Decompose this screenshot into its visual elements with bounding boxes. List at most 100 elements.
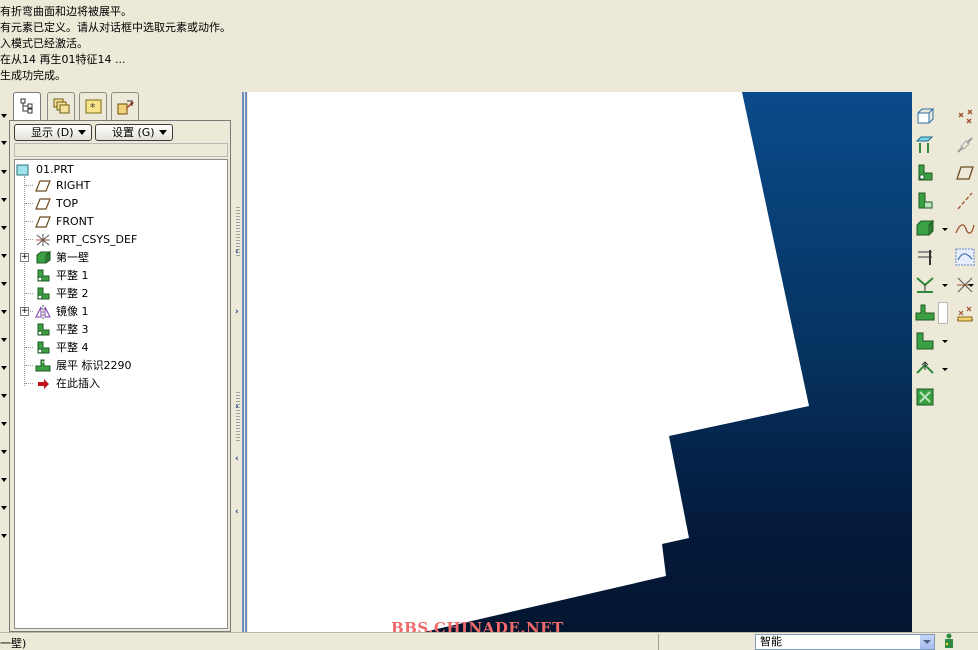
bend-back-icon — [916, 361, 934, 374]
tree-item-label: RIGHT — [56, 179, 91, 192]
tree-item-label: 平整 1 — [56, 269, 89, 282]
tab-layers[interactable] — [47, 92, 75, 120]
settings-menu-button[interactable]: 设置 (G) — [95, 124, 173, 141]
convert-to-sheetmetal-button[interactable] — [914, 106, 936, 128]
svg-text:*: * — [90, 101, 96, 114]
bend-back-button[interactable] — [914, 358, 936, 380]
message-line: 有元素已定义。请从对话框中选取元素或动作。 — [0, 21, 231, 34]
chevron-down-icon[interactable] — [968, 284, 974, 287]
part-icon — [16, 164, 29, 176]
status-bar: 一壁) 智能 — [0, 632, 978, 650]
toolbar-flyout-indicator[interactable] — [938, 302, 948, 324]
dropdown-arrow-icon[interactable] — [1, 310, 7, 314]
unbend-icon — [916, 277, 934, 293]
tab-connections[interactable] — [111, 92, 139, 120]
message-line: 入模式已经激活。 — [0, 37, 88, 50]
right-feature-toolbar — [912, 92, 978, 632]
show-menu-label: 显示 (D) — [31, 126, 74, 139]
expand-toggle[interactable]: + — [20, 307, 29, 316]
collapse-left-icon[interactable]: ‹ — [235, 507, 239, 517]
status-divider — [658, 634, 753, 650]
chain-button[interactable] — [954, 134, 976, 156]
flat-wall-icon — [37, 269, 50, 282]
dropdown-arrow-icon[interactable] — [1, 170, 7, 174]
expand-right-icon[interactable]: › — [235, 402, 239, 412]
dropdown-arrow-icon[interactable] — [1, 114, 7, 118]
bend-button[interactable] — [914, 330, 936, 352]
panel-sash[interactable]: ‹ › › ‹ ‹ — [233, 92, 248, 632]
tab-favorites[interactable]: * — [79, 92, 107, 120]
chevron-down-icon[interactable] — [920, 635, 934, 649]
dropdown-arrow-icon[interactable] — [1, 422, 7, 426]
dropdown-arrow-icon[interactable] — [1, 254, 7, 258]
dropdown-arrow-icon[interactable] — [1, 366, 7, 370]
unbend-tool-button[interactable] — [914, 274, 936, 296]
tree-connector — [25, 365, 33, 366]
navigator-panel: 显示 (D) 设置 (G) + + 01.PRT RIGHT TOP FRONT… — [9, 120, 231, 632]
datum-point-button[interactable] — [954, 106, 976, 128]
tree-filter-bar[interactable] — [14, 143, 228, 157]
datum-axis-icon — [957, 192, 973, 210]
regen-status-icon[interactable] — [942, 633, 956, 650]
model-tree[interactable]: + + 01.PRT RIGHT TOP FRONT PRT_CSYS_DEF … — [14, 159, 228, 629]
analysis-button[interactable] — [954, 302, 976, 324]
rip-button[interactable] — [914, 246, 936, 268]
dropdown-arrow-icon[interactable] — [1, 394, 7, 398]
bend-icon — [916, 332, 934, 350]
selection-filter-value: 智能 — [760, 635, 782, 648]
flange-wall-button[interactable] — [914, 162, 936, 184]
collapse-left-icon[interactable]: ‹ — [235, 454, 239, 464]
dropdown-arrow-icon[interactable] — [1, 141, 7, 145]
dropdown-arrow-icon[interactable] — [1, 506, 7, 510]
datum-plane-button[interactable] — [954, 162, 976, 184]
collapse-left-icon[interactable]: ‹ — [235, 247, 239, 257]
chevron-down-icon[interactable] — [942, 284, 948, 287]
chevron-down-icon[interactable] — [942, 228, 948, 231]
model-navigator: * 显示 (D) 设置 (G) + + 01.PRT RIGHT TOP FRO… — [9, 92, 233, 632]
expand-right-icon[interactable]: › — [235, 307, 239, 317]
dropdown-arrow-icon[interactable] — [1, 450, 7, 454]
flat-wall-tool-button[interactable] — [914, 134, 936, 156]
tree-item-label: TOP — [56, 197, 79, 210]
mirror-icon — [35, 305, 51, 319]
dropdown-arrow-icon[interactable] — [1, 282, 7, 286]
dropdown-arrow-icon[interactable] — [1, 226, 7, 230]
expand-toggle[interactable]: + — [20, 253, 29, 262]
unbent-sheetmetal-face — [248, 92, 809, 632]
tree-connector — [25, 221, 33, 222]
favorites-icon: * — [85, 99, 102, 114]
tab-model-tree[interactable] — [13, 92, 41, 122]
dropdown-arrow-icon[interactable] — [1, 534, 7, 538]
extend-wall-button[interactable] — [914, 190, 936, 212]
corner-relief-button[interactable] — [914, 386, 936, 408]
sketch-button[interactable] — [954, 246, 976, 268]
datum-point-icon — [958, 109, 973, 124]
datum-curve-button[interactable] — [954, 218, 976, 240]
selection-filter-select[interactable]: 智能 — [755, 634, 935, 650]
insert-here-arrow-icon — [38, 379, 49, 389]
flat-wall-icon — [37, 323, 50, 336]
tree-connector — [25, 347, 33, 348]
sash-grip[interactable] — [236, 392, 240, 442]
unattached-wall-button[interactable] — [914, 218, 936, 240]
tree-item-label: 展平 标识2290 — [56, 359, 132, 372]
left-toolbar-strip — [0, 92, 9, 632]
dropdown-arrow-icon[interactable] — [1, 338, 7, 342]
tree-item-label: 平整 2 — [56, 287, 89, 300]
graphics-window[interactable]: BBS.CHINADE.NET — [248, 92, 912, 632]
dropdown-arrow-icon[interactable] — [1, 198, 7, 202]
chevron-down-icon[interactable] — [942, 368, 948, 371]
tree-connector — [25, 185, 33, 186]
tree-connector — [25, 383, 33, 384]
datum-axis-button[interactable] — [954, 190, 976, 212]
chevron-down-icon[interactable] — [942, 340, 948, 343]
dropdown-arrow-icon[interactable] — [1, 478, 7, 482]
datum-plane-icon — [35, 216, 51, 228]
message-area: 有折弯曲面和边将被展平。 有元素已定义。请从对话框中选取元素或动作。 入模式已经… — [0, 0, 978, 90]
message-line: 生成功完成。 — [0, 69, 66, 82]
show-menu-button[interactable]: 显示 (D) — [14, 124, 92, 141]
flatten-button[interactable] — [914, 302, 936, 324]
flattened-part-model — [248, 92, 809, 632]
tree-connector — [25, 293, 33, 294]
model-tree-icon — [20, 98, 33, 114]
